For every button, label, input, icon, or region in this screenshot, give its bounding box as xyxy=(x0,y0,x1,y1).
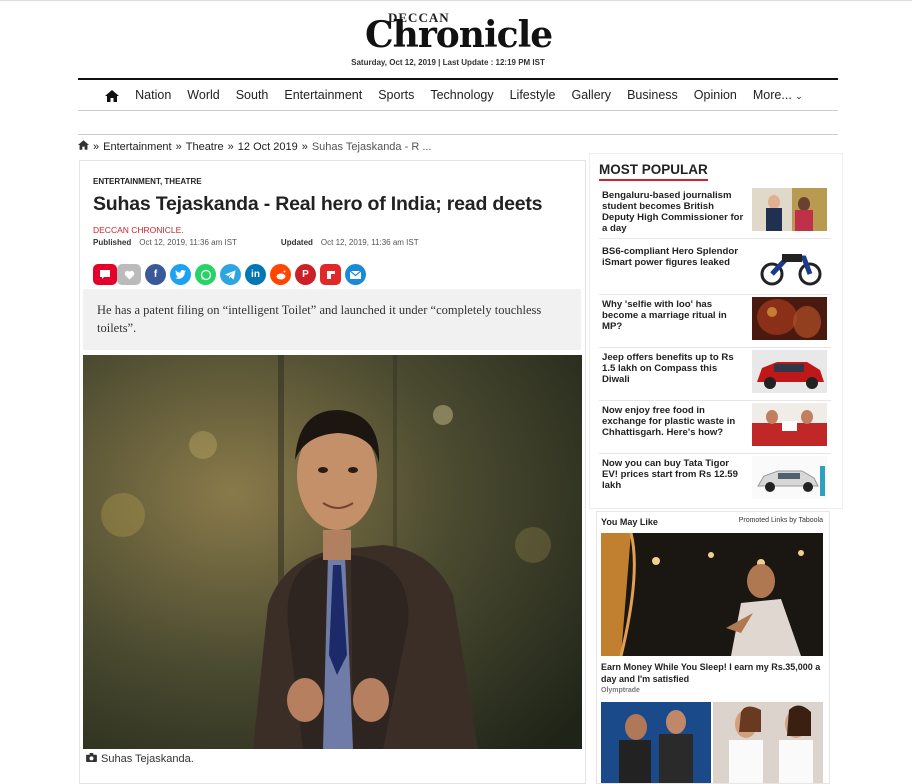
sponsored-title[interactable]: Earn Money While You Sleep! I earn my Rs… xyxy=(601,661,825,685)
nav-item-nation[interactable]: Nation xyxy=(127,88,179,102)
article-photo[interactable] xyxy=(83,355,582,749)
article: ENTERTAINMENT, THEATRE Suhas Tejaskanda … xyxy=(79,160,586,784)
article-meta: Published Oct 12, 2019, 11:36 am IST Upd… xyxy=(93,238,419,247)
most-popular-thumbnail[interactable] xyxy=(752,244,827,287)
whatsapp-icon[interactable] xyxy=(195,264,216,285)
sponsored-image[interactable] xyxy=(601,533,823,656)
article-headline: Suhas Tejaskanda - Real hero of India; r… xyxy=(93,193,543,215)
home-icon[interactable] xyxy=(105,89,120,102)
top-border xyxy=(0,0,912,1)
telegram-icon[interactable] xyxy=(220,264,241,285)
most-popular-item[interactable]: Jeep offers benefits up to Rs 1.5 lakh o… xyxy=(599,350,831,401)
breadcrumb-separator-icon: » xyxy=(227,140,234,153)
nav-item-lifestyle[interactable]: Lifestyle xyxy=(502,88,564,102)
updated-label: Updated xyxy=(280,238,313,247)
article-summary: He has a patent filing on “intelligent T… xyxy=(83,289,581,350)
most-popular-item[interactable]: Now you can buy Tata Tigor EV! prices st… xyxy=(599,456,831,506)
breadcrumb-current: Suhas Tejaskanda - R ... xyxy=(311,140,432,153)
published-label: Published xyxy=(93,238,132,247)
home-icon[interactable] xyxy=(78,140,89,153)
linkedin-icon[interactable]: in xyxy=(245,264,266,285)
breadcrumb: » Entertainment » Theatre » 12 Oct 2019 … xyxy=(78,140,432,153)
chevron-down-icon: ⌄ xyxy=(795,91,803,101)
nav-item-opinion[interactable]: Opinion xyxy=(686,88,745,102)
dateline: Saturday, Oct 12, 2019 | Last Update : 1… xyxy=(351,58,545,67)
breadcrumb-separator-icon: » xyxy=(301,140,308,153)
like-icon[interactable] xyxy=(117,264,141,285)
twitter-icon[interactable] xyxy=(170,264,191,285)
reddit-icon[interactable] xyxy=(270,264,291,285)
most-popular-thumbnail[interactable] xyxy=(752,188,827,231)
nav-item-entertainment[interactable]: Entertainment xyxy=(276,88,370,102)
published-date: Oct 12, 2019, 11:36 am IST xyxy=(139,238,237,247)
pinterest-icon[interactable]: P xyxy=(295,264,316,285)
breadcrumb-separator-icon: » xyxy=(175,140,182,153)
promoted-links-label[interactable]: Promoted Links by Taboola xyxy=(739,517,823,524)
nav-item-technology[interactable]: Technology xyxy=(422,88,501,102)
breadcrumb-theatre[interactable]: Theatre xyxy=(186,141,224,153)
most-popular-thumbnail[interactable] xyxy=(752,297,827,340)
share-bar: f in P xyxy=(93,264,366,285)
comment-icon[interactable] xyxy=(93,264,117,285)
nav-item-gallery[interactable]: Gallery xyxy=(563,88,619,102)
main-nav: Nation World South Entertainment Sports … xyxy=(78,78,838,111)
article-categories[interactable]: ENTERTAINMENT, THEATRE xyxy=(93,177,202,186)
photo-caption: Suhas Tejaskanda. xyxy=(86,753,194,765)
breadcrumb-date[interactable]: 12 Oct 2019 xyxy=(238,141,298,153)
nav-item-business[interactable]: Business xyxy=(619,88,686,102)
you-may-like-panel: You May Like Promoted Links by Taboola E… xyxy=(596,511,830,784)
summary-text: He has a patent filing on “intelligent T… xyxy=(97,303,542,335)
most-popular-item-title[interactable]: Bengaluru-based journalism student becom… xyxy=(602,190,744,234)
sponsored-image-2[interactable] xyxy=(601,702,823,783)
most-popular-item[interactable]: BS6-compliant Hero Splendor iSmart power… xyxy=(599,244,831,295)
nav-item-more[interactable]: More... ⌄ xyxy=(745,88,811,102)
most-popular-item-title[interactable]: BS6-compliant Hero Splendor iSmart power… xyxy=(602,246,744,268)
updated-date: Oct 12, 2019, 11:36 am IST xyxy=(320,238,419,247)
camera-icon xyxy=(86,753,97,765)
you-may-like-title: You May Like xyxy=(601,517,658,527)
most-popular-item-title[interactable]: Why 'selfie with loo' has become a marri… xyxy=(602,299,744,332)
logo-chronicle: Chronicle xyxy=(365,14,553,56)
article-author[interactable]: DECCAN CHRONICLE. xyxy=(93,225,184,235)
email-icon[interactable] xyxy=(345,264,366,285)
divider xyxy=(78,134,838,135)
most-popular-title: MOST POPULAR xyxy=(599,162,708,181)
most-popular-thumbnail[interactable] xyxy=(752,456,827,499)
most-popular-panel: MOST POPULAR Bengaluru-based journalism … xyxy=(589,153,843,509)
most-popular-item-title[interactable]: Now you can buy Tata Tigor EV! prices st… xyxy=(602,458,744,491)
most-popular-item[interactable]: Bengaluru-based journalism student becom… xyxy=(599,188,831,239)
nav-item-sports[interactable]: Sports xyxy=(370,88,422,102)
most-popular-thumbnail[interactable] xyxy=(752,403,827,446)
nav-item-world[interactable]: World xyxy=(179,88,227,102)
breadcrumb-separator-icon: » xyxy=(93,140,100,153)
most-popular-item-title[interactable]: Jeep offers benefits up to Rs 1.5 lakh o… xyxy=(602,352,744,385)
caption-text: Suhas Tejaskanda. xyxy=(101,753,194,765)
facebook-icon[interactable]: f xyxy=(145,264,166,285)
most-popular-item[interactable]: Why 'selfie with loo' has become a marri… xyxy=(599,297,831,348)
most-popular-item[interactable]: Now enjoy free food in exchange for plas… xyxy=(599,403,831,454)
flipboard-icon[interactable] xyxy=(320,264,341,285)
nav-item-south[interactable]: South xyxy=(228,88,277,102)
breadcrumb-entertainment[interactable]: Entertainment xyxy=(103,141,171,153)
most-popular-thumbnail[interactable] xyxy=(752,350,827,393)
sponsored-source[interactable]: Olymptrade xyxy=(601,687,640,694)
nav-more-label: More... xyxy=(752,88,792,102)
most-popular-item-title[interactable]: Now enjoy free food in exchange for plas… xyxy=(602,405,744,438)
